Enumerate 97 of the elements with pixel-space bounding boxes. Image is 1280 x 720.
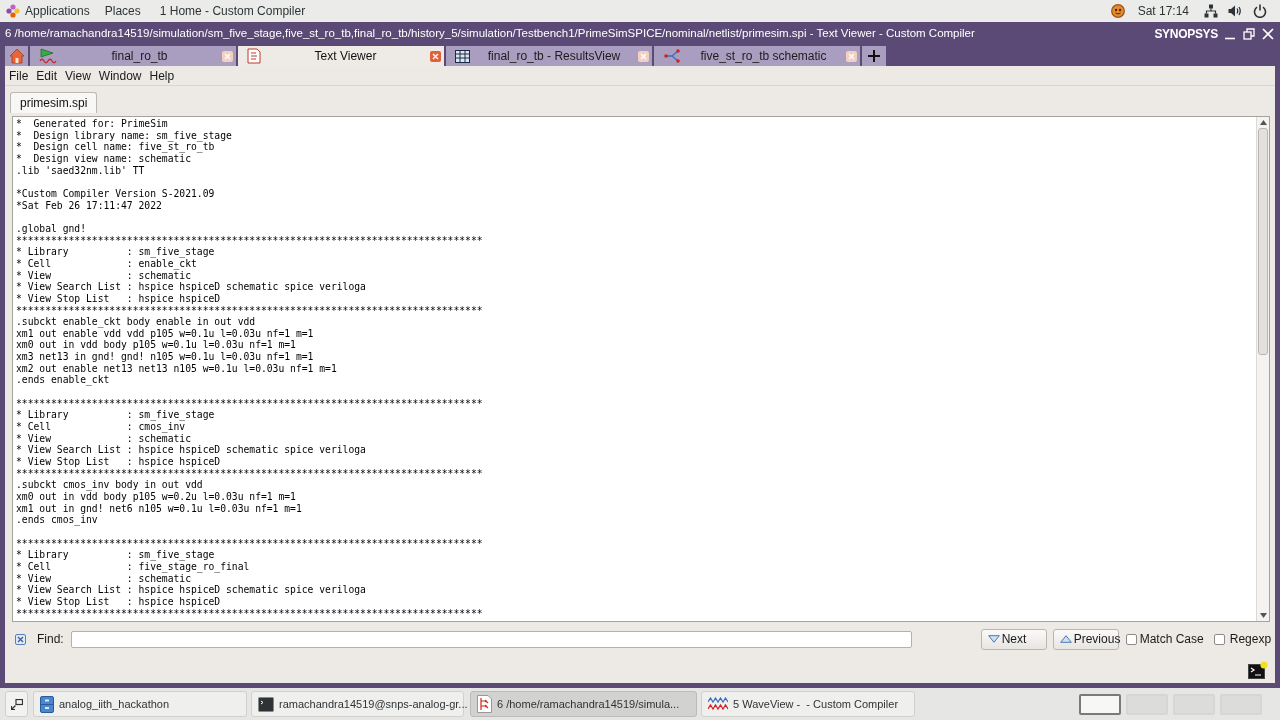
code-line: * Library : sm_five_stage xyxy=(16,409,215,421)
code-line: * View Search List : hspice hspiceD schematic spice veriloga xyxy=(16,584,366,596)
code-line: * View Stop List : hspice hspiceD xyxy=(16,456,221,468)
checkbox-label: Regexp xyxy=(1229,631,1272,648)
code-line: * View Search List : hspice hspiceD schematic spice veriloga xyxy=(16,281,366,293)
previous-button[interactable]: Previous xyxy=(1052,628,1119,650)
code-line: .global gnd! xyxy=(16,222,86,234)
menu-item[interactable]: Window xyxy=(94,67,146,84)
code-line: ******************************************************************************** xyxy=(16,607,483,619)
code-line: * Generated for: PrimeSim xyxy=(16,118,168,129)
taskbar-item[interactable]: analog_iith_hackathon xyxy=(33,691,247,717)
code-line: ******************************************************************************** xyxy=(16,467,483,479)
schematic-icon xyxy=(663,49,681,63)
code-line: * Library : sm_five_stage xyxy=(16,549,215,561)
waveform-icon xyxy=(39,48,57,64)
code-line: * View Stop List : hspice hspiceD xyxy=(16,595,221,607)
home-tab[interactable] xyxy=(5,46,28,66)
checkbox[interactable] xyxy=(1213,633,1225,645)
code-line: * View : schematic xyxy=(16,572,191,584)
document-icon xyxy=(247,48,261,64)
checkbox-label: Match Case xyxy=(1139,631,1204,648)
taskbar-item[interactable]: 6 /home/ramachandra14519/simula... xyxy=(470,691,697,717)
code-line: * Cell : five_stage_ro_final xyxy=(16,560,250,572)
code-line: * Design library name: sm_five_stage xyxy=(16,129,232,141)
logo: SYNOPSYS xyxy=(1154,26,1218,43)
scroll-down-button[interactable] xyxy=(1257,610,1269,621)
app-menu[interactable]: 1 Home - Custom Compiler xyxy=(159,3,306,19)
clock[interactable]: Sat 17:14 xyxy=(1137,3,1189,19)
taskbar-item[interactable]: 5 WaveView - - Custom Compiler xyxy=(701,691,915,717)
code-line: ******************************************************************************** xyxy=(16,304,483,316)
top-menu[interactable]: Places xyxy=(104,3,141,19)
menu-item[interactable]: Edit xyxy=(32,67,62,84)
code-line: .ends enable_ckt xyxy=(16,374,110,386)
code-line: * View Search List : hspice hspiceD schematic spice veriloga xyxy=(16,444,366,456)
network-icon[interactable] xyxy=(1204,4,1218,18)
table-icon xyxy=(455,49,470,63)
waveform-icon xyxy=(708,697,728,711)
code-line: xm1 out enable vdd vdd p105 w=0.1u l=0.03u nf=1 m=1 xyxy=(16,327,314,339)
document-tab[interactable]: primesim.spi xyxy=(10,92,98,113)
windows-icon xyxy=(10,698,23,710)
terminal-icon[interactable] xyxy=(1248,661,1268,679)
tab[interactable]: Text Viewer xyxy=(238,46,444,66)
down-triangle-icon xyxy=(987,635,1000,643)
top-menu[interactable]: Applications xyxy=(25,3,90,19)
flower-icon[interactable] xyxy=(6,4,20,18)
code-line: ******************************************************************************** xyxy=(16,537,483,549)
next-button[interactable]: Next xyxy=(980,628,1047,650)
code-line: ******************************************************************************** xyxy=(16,234,483,246)
menu-item[interactable]: View xyxy=(61,67,95,84)
code-line: .lib 'saed32nm.lib' TT xyxy=(16,164,145,176)
checkbox[interactable] xyxy=(1125,633,1137,645)
menu-item[interactable]: File xyxy=(5,67,33,84)
up-arrow-icon xyxy=(1259,120,1267,125)
house-icon xyxy=(8,48,25,64)
code-line: * Design view name: schematic xyxy=(16,152,191,164)
code-line: .subckt cmos_inv body in out vdd xyxy=(16,479,203,491)
restore-icon[interactable] xyxy=(1243,28,1255,40)
tab[interactable]: final_ro_tb - ResultsView xyxy=(446,46,652,66)
code-line: * View Stop List : hspice hspiceD xyxy=(16,292,221,304)
code-line: * Library : sm_five_stage xyxy=(16,246,215,258)
code-line: *Sat Feb 26 17:11:47 2022 xyxy=(16,199,162,211)
code-line: xm0 out in vdd body p105 w=0.2u l=0.03u nf=1 m=1 xyxy=(16,491,296,502)
code-line: .ends cmos_inv xyxy=(16,514,98,526)
scrollbar-thumb[interactable] xyxy=(1258,128,1268,355)
tab[interactable]: five_st_ro_tb schematic xyxy=(654,46,860,66)
schematic-document-icon xyxy=(477,695,492,713)
face-icon[interactable] xyxy=(1110,4,1125,18)
tab[interactable]: final_ro_tb xyxy=(30,46,236,66)
code-line: xm0 out in vdd body p105 w=0.1u l=0.03u nf=1 m=1 xyxy=(16,339,296,351)
volume-icon[interactable] xyxy=(1228,4,1242,18)
code-line: * Cell : enable_ckt xyxy=(16,257,197,269)
code-line: * View : schematic xyxy=(16,432,191,444)
code-line: ******************************************************************************** xyxy=(16,397,483,409)
plus-icon xyxy=(868,50,880,62)
window-title: 6 /home/ramachandra14519/simulation/sm_five_stage,five_st_ro_tb,final_ro_tb/history_5/simulation/Testbench1/PrimeSimSPICE/nominal/netlist/primesim.spi - Text Viewer - Custom Compiler xyxy=(5,26,975,42)
code-line: xm3 net13 in gnd! gnd! n105 w=0.1u l=0.03u nf=1 m=1 xyxy=(16,351,314,363)
find-field[interactable] xyxy=(70,630,912,648)
close-icon[interactable] xyxy=(15,633,26,645)
close-icon[interactable] xyxy=(430,50,441,62)
code-line: xm1 out in gnd! net6 n105 w=0.1u l=0.03u nf=1 m=1 xyxy=(16,502,302,514)
up-triangle-icon xyxy=(1059,635,1072,643)
power-icon[interactable] xyxy=(1253,4,1267,18)
code-line: * View : schematic xyxy=(16,269,191,281)
terminal-icon xyxy=(258,696,274,712)
menu-item[interactable]: Help xyxy=(145,67,179,84)
code-line: xm2 out enable net13 net13 n105 w=0.1u l=0.03u nf=1 m=1 xyxy=(16,362,337,374)
code-line: *Custom Compiler Version S-2021.09 xyxy=(16,187,215,199)
find-label: Find: xyxy=(37,631,64,648)
workspace-button[interactable] xyxy=(1079,693,1121,715)
scroll-up-button[interactable] xyxy=(1257,117,1269,128)
code-line: .subckt enable_ckt body enable in out vdd xyxy=(16,316,256,328)
code-line: * Design cell name: five_st_ro_tb xyxy=(16,141,215,153)
show-desktop-button[interactable] xyxy=(5,691,28,717)
cabinet-icon xyxy=(40,695,54,713)
code-line: * Cell : cmos_inv xyxy=(16,421,186,433)
down-arrow-icon xyxy=(1259,613,1267,618)
new-tab-button[interactable] xyxy=(862,46,886,66)
